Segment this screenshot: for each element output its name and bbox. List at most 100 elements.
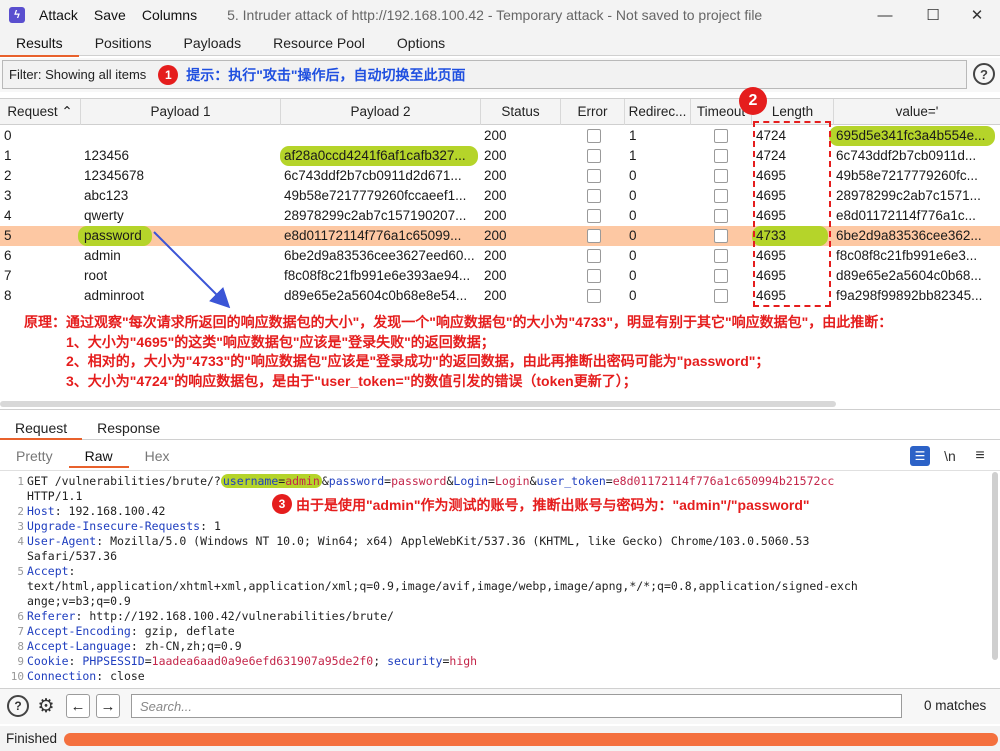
editor-menu-icon[interactable]: ≡: [970, 446, 990, 466]
close-icon[interactable]: ✕: [954, 0, 1000, 30]
cell-status: 200: [484, 168, 507, 183]
request-line: GET /vulnerabilities/brute/? username=adm…: [27, 474, 835, 488]
line-number: 7: [17, 625, 24, 638]
cell-redirects: 1: [629, 148, 637, 163]
search-input[interactable]: [131, 694, 902, 718]
timeout-checkbox: [714, 269, 728, 283]
cell-status: 200: [484, 288, 507, 303]
show-newlines-icon[interactable]: \n: [940, 446, 960, 466]
tab-payloads[interactable]: Payloads: [168, 30, 258, 56]
cell-redirects: 0: [629, 268, 637, 283]
col-request[interactable]: Request ⌃: [0, 99, 81, 125]
annotation-arrow: [153, 231, 231, 309]
menu-attack[interactable]: Attack: [39, 7, 78, 23]
timeout-checkbox: [714, 249, 728, 263]
analysis-line-4: 3、大小为"4724"的响应数据包，是由于"user_token="的数值引发的…: [66, 373, 637, 389]
vertical-scrollbar[interactable]: [992, 472, 998, 660]
cell-redirects: 0: [629, 228, 637, 243]
cell-value: 6be2d9a83536cee362...: [836, 228, 982, 243]
word-wrap-icon[interactable]: ☰: [910, 446, 930, 466]
table-row[interactable]: 3 abc123 49b58e7217779260fccaeef1... 200…: [0, 186, 1000, 206]
header-accept: Accept:: [27, 564, 76, 578]
line-number: 8: [17, 640, 24, 653]
table-row[interactable]: 4 qwerty 28978299c2ab7c157190207... 200 …: [0, 206, 1000, 226]
cell-payload1: qwerty: [84, 208, 124, 223]
cell-request: 2: [4, 168, 12, 183]
tab-response[interactable]: Response: [82, 416, 175, 439]
cell-status: 200: [484, 268, 507, 283]
timeout-checkbox: [714, 289, 728, 303]
line-number: 10: [10, 670, 24, 683]
table-header: Request ⌃ Payload 1 Payload 2 Status Err…: [0, 99, 1000, 125]
error-checkbox: [587, 169, 601, 183]
header-accept-cont: text/html,application/xhtml+xml,applicat…: [27, 579, 858, 593]
timeout-checkbox: [714, 149, 728, 163]
table-row[interactable]: 0 200 1 4724 695d5e341fc3a4b554e...: [0, 126, 1000, 146]
line-number: 3: [17, 520, 24, 533]
table-row[interactable]: 1 123456 af28a0ccd4241f6af1cafb327... 20…: [0, 146, 1000, 166]
previous-match-icon[interactable]: ←: [66, 694, 90, 718]
header-user-agent: User-Agent: Mozilla/5.0 (Windows NT 10.0…: [27, 534, 810, 548]
timeout-checkbox: [714, 169, 728, 183]
burp-app-icon: ϟ: [9, 7, 25, 23]
cell-payload1: 12345678: [84, 168, 145, 183]
col-error[interactable]: Error: [561, 99, 625, 125]
annotation-badge-1: 1: [158, 64, 179, 85]
cell-redirects: 1: [629, 128, 637, 143]
menu-save[interactable]: Save: [94, 7, 126, 23]
horizontal-scrollbar[interactable]: [0, 401, 836, 407]
header-referer: Referer: http://192.168.100.42/vulnerabi…: [27, 609, 394, 623]
tab-results[interactable]: Results: [0, 30, 79, 57]
tab-raw[interactable]: Raw: [68, 444, 129, 468]
cell-request: 0: [4, 128, 12, 143]
col-value[interactable]: value=': [834, 99, 1000, 125]
col-payload2[interactable]: Payload 2: [281, 99, 481, 125]
filter-bar[interactable]: Filter: Showing all items 1 提示：执行"攻击"操作后…: [2, 60, 967, 89]
line-number: 2: [17, 505, 24, 518]
error-checkbox: [587, 269, 601, 283]
cell-redirects: 0: [629, 288, 637, 303]
cell-payload1: adminroot: [84, 288, 145, 303]
cell-payload2: 6c743ddf2b7cb0911d2d671...: [284, 168, 462, 183]
help-icon[interactable]: ?: [973, 63, 995, 85]
view-mode-tabs: Pretty Raw Hex: [0, 444, 1000, 468]
error-checkbox: [587, 229, 601, 243]
maximize-icon[interactable]: ☐: [910, 0, 956, 30]
tab-request[interactable]: Request: [0, 416, 83, 440]
cell-request: 5: [4, 228, 12, 243]
cell-payload2: af28a0ccd4241f6af1cafb327...: [280, 146, 478, 166]
tab-hex[interactable]: Hex: [129, 444, 186, 468]
timeout-checkbox: [714, 229, 728, 243]
table-row[interactable]: 2 12345678 6c743ddf2b7cb0911d2d671... 20…: [0, 166, 1000, 186]
main-tabs: Results Positions Payloads Resource Pool…: [0, 30, 1000, 57]
cell-status: 200: [484, 188, 507, 203]
col-redirects[interactable]: Redirec...: [625, 99, 691, 125]
length-highlight-box: [753, 121, 831, 307]
timeout-checkbox: [714, 189, 728, 203]
next-match-icon[interactable]: →: [96, 694, 120, 718]
cell-payload2: f8c08f8c21fb991e6e393ae94...: [284, 268, 471, 283]
filter-row: Filter: Showing all items 1 提示：执行"攻击"操作后…: [0, 58, 1000, 92]
tab-pretty[interactable]: Pretty: [0, 444, 69, 468]
col-status[interactable]: Status: [481, 99, 561, 125]
col-payload1[interactable]: Payload 1: [81, 99, 281, 125]
cell-request: 3: [4, 188, 12, 203]
cell-payload2: d89e65e2a5604c0b68e8e54...: [284, 288, 468, 303]
tab-positions[interactable]: Positions: [79, 30, 168, 56]
cell-redirects: 0: [629, 248, 637, 263]
cell-value: f8c08f8c21fb991e6e3...: [836, 248, 978, 263]
settings-gear-icon[interactable]: ⚙: [35, 695, 57, 717]
help-icon[interactable]: ?: [7, 695, 29, 717]
annotation-badge-3: 3: [272, 494, 292, 514]
timeout-checkbox: [714, 129, 728, 143]
tab-options[interactable]: Options: [381, 30, 461, 56]
title-bar: ϟ Attack Save Columns 5. Intruder attack…: [0, 0, 1000, 30]
cell-value: 695d5e341fc3a4b554e...: [829, 126, 995, 146]
header-connection: Connection: close: [27, 669, 145, 683]
error-checkbox: [587, 129, 601, 143]
line-number: 1: [17, 475, 24, 488]
cell-payload2: 6be2d9a83536cee3627eed60...: [284, 248, 475, 263]
minimize-icon[interactable]: —: [862, 0, 908, 30]
menu-columns[interactable]: Columns: [142, 7, 197, 23]
tab-resource-pool[interactable]: Resource Pool: [257, 30, 381, 56]
